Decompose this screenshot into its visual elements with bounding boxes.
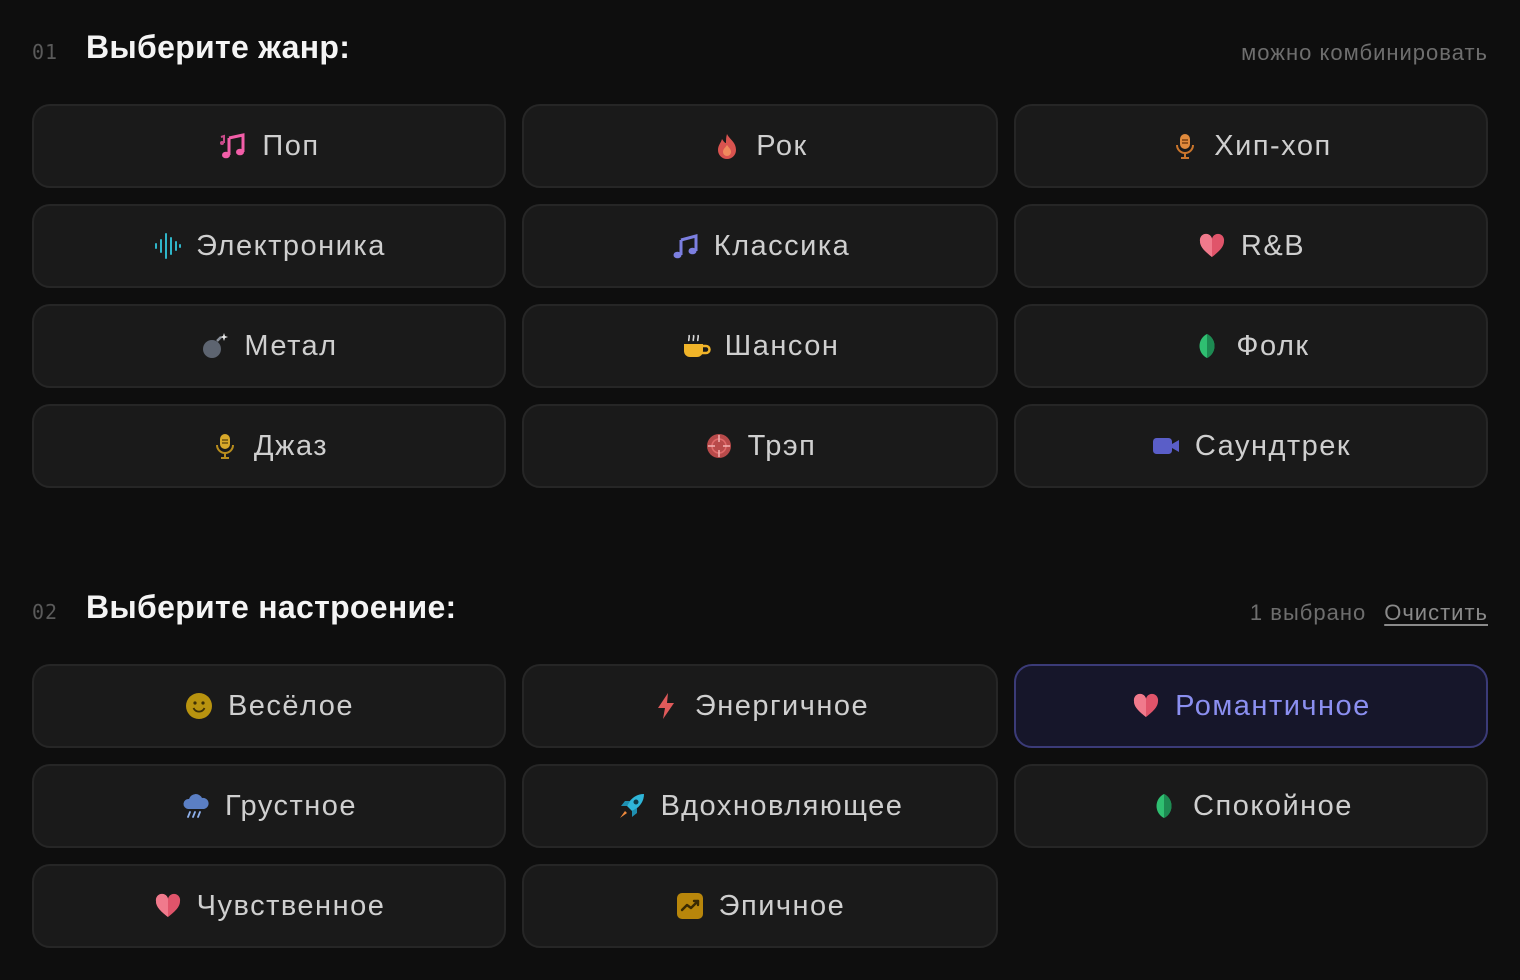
- lightning-icon: [651, 691, 681, 721]
- genre-chip-hiphop[interactable]: Хип-хоп: [1014, 104, 1488, 188]
- mood-label: Романтичное: [1175, 689, 1371, 722]
- clear-button[interactable]: Очистить: [1384, 600, 1488, 626]
- heart-icon: [1197, 231, 1227, 261]
- leaf-icon: [1192, 331, 1222, 361]
- genre-chip-rock[interactable]: Рок: [522, 104, 998, 188]
- section-title: Выберите настроение:: [86, 589, 457, 625]
- bomb-icon: [200, 331, 230, 361]
- mood-chip-calm[interactable]: Спокойное: [1014, 764, 1488, 848]
- mood-chip-epic[interactable]: Эпичное: [522, 864, 998, 948]
- mood-grid: Весёлое Энергичное Романтичное Грустное …: [32, 664, 1488, 948]
- mood-chip-sensual[interactable]: Чувственное: [32, 864, 506, 948]
- section-title: Выберите жанр:: [86, 29, 351, 65]
- step-number: 01: [32, 40, 59, 64]
- mood-chip-romantic[interactable]: Романтичное: [1014, 664, 1488, 748]
- mood-label: Весёлое: [227, 689, 355, 722]
- video-camera-icon: [1151, 431, 1181, 461]
- mood-label: Грустное: [224, 789, 358, 822]
- selected-count: 1 выбрано: [1249, 600, 1367, 625]
- genre-label: Джаз: [253, 429, 329, 462]
- fire-icon: [712, 131, 742, 161]
- microphone-icon: [1170, 131, 1200, 161]
- selection-meta: 1 выбрано Очистить: [1250, 600, 1488, 626]
- mood-header: 02 Выберите настроение: 1 выбрано Очисти…: [32, 560, 1488, 664]
- genre-label: Шансон: [724, 329, 840, 362]
- genre-chip-pop[interactable]: Поп: [32, 104, 506, 188]
- hot-beverage-icon: [681, 331, 711, 361]
- genre-section: 01 Выберите жанр: можно комбинировать По…: [32, 0, 1488, 488]
- genre-header: 01 Выберите жанр: можно комбинировать: [32, 0, 1488, 104]
- mood-chip-inspiring[interactable]: Вдохновляющее: [522, 764, 998, 848]
- mood-section: 02 Выберите настроение: 1 выбрано Очисти…: [32, 560, 1488, 948]
- mood-chip-energetic[interactable]: Энергичное: [522, 664, 998, 748]
- mood-chip-cheerful[interactable]: Весёлое: [32, 664, 506, 748]
- combine-hint: можно комбинировать: [1241, 40, 1488, 65]
- genre-chip-trap[interactable]: Трэп: [522, 404, 998, 488]
- trending-chart-icon: [675, 891, 705, 921]
- mood-label: Вдохновляющее: [660, 789, 904, 822]
- music-note-icon: [670, 231, 700, 261]
- genre-chip-jazz[interactable]: Джаз: [32, 404, 506, 488]
- mood-chip-sad[interactable]: Грустное: [32, 764, 506, 848]
- mood-label: Спокойное: [1193, 789, 1353, 822]
- rain-cloud-icon: [181, 791, 211, 821]
- genre-label: Электроника: [196, 229, 386, 262]
- genre-chip-electronic[interactable]: Электроника: [32, 204, 506, 288]
- genre-label: Трэп: [747, 429, 817, 462]
- smile-icon: [184, 691, 214, 721]
- leaf-icon: [1149, 791, 1179, 821]
- genre-label: Фолк: [1236, 329, 1310, 362]
- heart-icon: [1131, 691, 1161, 721]
- genre-label: R&B: [1240, 229, 1306, 262]
- genre-chip-folk[interactable]: Фолк: [1014, 304, 1488, 388]
- crosshair-icon: [704, 431, 734, 461]
- genre-chip-metal[interactable]: Метал: [32, 304, 506, 388]
- mood-label: Чувственное: [196, 889, 386, 922]
- genre-chip-classical[interactable]: Классика: [522, 204, 998, 288]
- mood-label: Эпичное: [718, 889, 846, 922]
- step-number: 02: [32, 600, 59, 624]
- mood-label: Энергичное: [694, 689, 870, 722]
- microphone-icon: [210, 431, 240, 461]
- genre-grid: Поп Рок Хип-хоп Электроника Классика R&B…: [32, 104, 1488, 488]
- genre-label: Хип-хоп: [1214, 129, 1332, 162]
- genre-chip-soundtrack[interactable]: Саундтрек: [1014, 404, 1488, 488]
- rocket-icon: [617, 791, 647, 821]
- genre-label: Метал: [244, 329, 338, 362]
- genre-chip-rnb[interactable]: R&B: [1014, 204, 1488, 288]
- heart-icon: [153, 891, 183, 921]
- genre-label: Поп: [262, 129, 320, 162]
- genre-chip-chanson[interactable]: Шансон: [522, 304, 998, 388]
- music-notes-icon: [218, 131, 248, 161]
- genre-label: Рок: [756, 129, 808, 162]
- sound-wave-icon: [152, 231, 182, 261]
- genre-label: Классика: [713, 229, 851, 262]
- genre-label: Саундтрек: [1194, 429, 1352, 462]
